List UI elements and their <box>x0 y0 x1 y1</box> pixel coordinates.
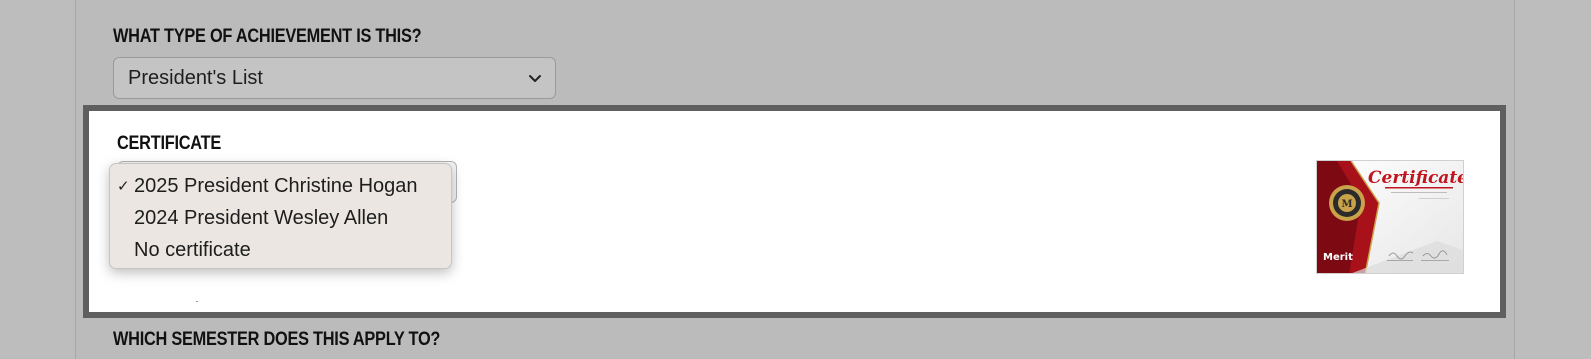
achievement-type-label: WHAT TYPE OF ACHIEVEMENT IS THIS? <box>113 26 422 47</box>
stray-dot <box>196 301 198 302</box>
chevron-down-icon <box>529 75 541 82</box>
seal-letter: M <box>1341 199 1352 210</box>
certificate-preview-graphic: M Certificate Merit <box>1317 161 1464 273</box>
right-gutter <box>1514 0 1591 359</box>
certificate-dropdown-menu: ✓ 2025 President Christine Hogan 2024 Pr… <box>109 163 452 269</box>
certificate-panel: CERTIFICATE ✓ 2025 President Christine H… <box>83 105 1506 318</box>
certificate-option-label: 2024 President Wesley Allen <box>134 206 389 229</box>
certificate-option[interactable]: ✓ 2025 President Christine Hogan <box>110 170 451 202</box>
checkmark-icon: ✓ <box>117 178 130 195</box>
certificate-brand: Merit <box>1323 252 1353 263</box>
certificate-label: CERTIFICATE <box>117 133 221 154</box>
left-gutter <box>0 0 76 359</box>
certificate-title: Certificate <box>1368 168 1464 188</box>
achievement-type-select[interactable]: President's List <box>113 57 556 99</box>
certificate-preview-image[interactable]: M Certificate Merit <box>1316 160 1464 274</box>
achievement-type-value: President's List <box>128 66 263 89</box>
certificate-option-label: No certificate <box>134 238 251 261</box>
certificate-option[interactable]: No certificate <box>110 234 451 266</box>
certificate-option-label: 2025 President Christine Hogan <box>134 174 418 197</box>
semester-label: WHICH SEMESTER DOES THIS APPLY TO? <box>113 329 441 350</box>
certificate-option[interactable]: 2024 President Wesley Allen <box>110 202 451 234</box>
